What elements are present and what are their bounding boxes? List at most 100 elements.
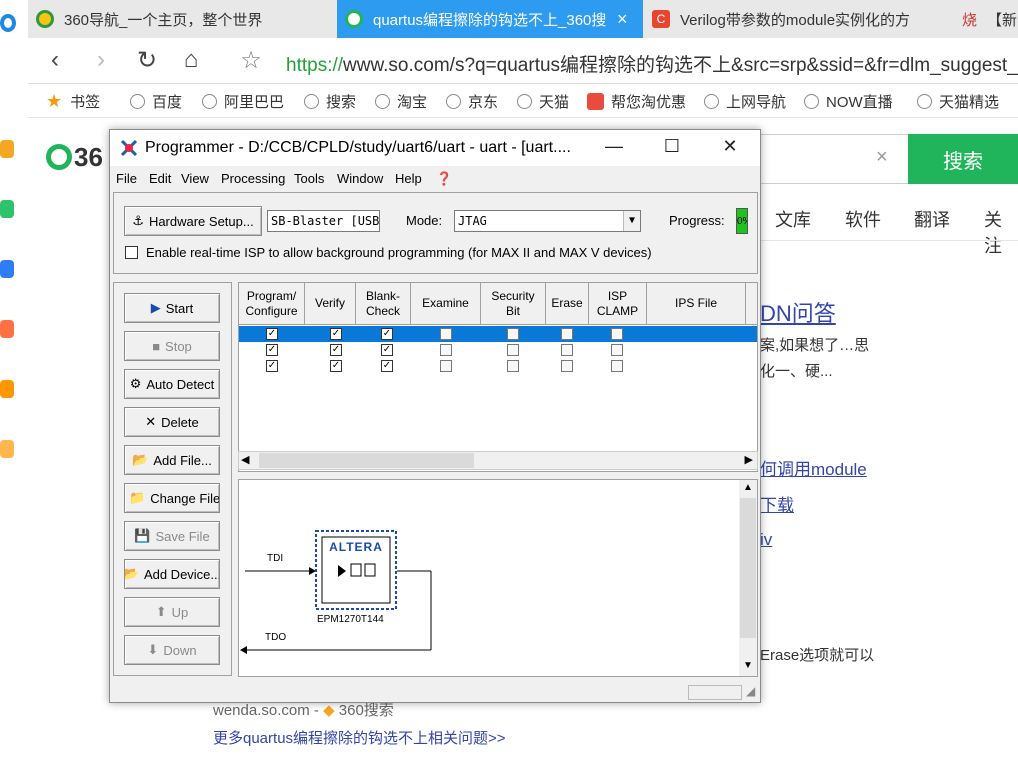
menu-window[interactable]: Window — [337, 171, 383, 186]
wechat-icon[interactable] — [0, 200, 14, 218]
device-row[interactable]: ✓ ✓ ✓ — [239, 342, 757, 358]
bookmark-taobao[interactable]: 淘宝 — [375, 91, 427, 112]
tab-360-nav[interactable]: 360导航_一个主页，整个世界 — [36, 0, 336, 38]
nav-wenku[interactable]: 文库 — [775, 206, 811, 232]
checkbox-checked[interactable]: ✓ — [330, 360, 342, 372]
checkbox-unchecked[interactable] — [440, 344, 452, 356]
clear-icon[interactable]: × — [876, 146, 888, 169]
back-icon[interactable]: ‹ — [40, 46, 70, 74]
checkbox-unchecked[interactable] — [507, 328, 519, 340]
close-icon[interactable]: ✕ — [710, 136, 750, 157]
bookmark-now[interactable]: NOW直播 — [804, 91, 893, 112]
favorites-icon[interactable] — [0, 140, 14, 158]
checkbox-checked[interactable]: ✓ — [381, 344, 393, 356]
bookmark-folder[interactable]: ★ 书签 — [46, 91, 100, 112]
menu-processing[interactable]: Processing — [221, 171, 285, 186]
menu-file[interactable]: File — [116, 171, 137, 186]
maximize-icon[interactable]: ☐ — [652, 136, 692, 157]
checkbox-unchecked[interactable] — [611, 328, 623, 340]
start-button[interactable]: ▶ Start — [124, 293, 220, 323]
checkbox-unchecked[interactable] — [440, 328, 452, 340]
add-file-button[interactable]: 📂 Add File... — [124, 445, 220, 475]
search-button[interactable]: 搜索 — [908, 134, 1018, 184]
tab-quartus-search[interactable]: quartus编程擦除的钩选不上_360搜 × — [337, 0, 643, 38]
whats-this-icon[interactable]: ❓ — [436, 171, 452, 187]
forward-icon[interactable]: › — [86, 46, 116, 74]
checkbox-checked[interactable]: ✓ — [266, 328, 278, 340]
delete-button[interactable]: ✕ Delete — [124, 407, 220, 437]
col-erase[interactable]: Erase — [546, 283, 589, 325]
result-link[interactable]: 下载 — [760, 491, 794, 516]
scroll-right-icon[interactable]: ▶ — [745, 453, 753, 466]
bookmark-search[interactable]: 搜索 — [304, 91, 356, 112]
scroll-down-icon[interactable]: ▼ — [743, 660, 753, 671]
checkbox-unchecked[interactable] — [561, 360, 573, 372]
isp-checkbox[interactable] — [125, 246, 138, 259]
checkbox-unchecked[interactable] — [507, 344, 519, 356]
col-ips-file[interactable]: IPS File — [647, 283, 746, 325]
menu-edit[interactable]: Edit — [149, 171, 171, 186]
col-security-bit[interactable]: Security Bit — [481, 283, 546, 325]
send-icon[interactable] — [0, 260, 14, 278]
scroll-left-icon[interactable]: ◀ — [241, 453, 249, 466]
tab-new[interactable]: 烧 【新 — [962, 0, 1018, 38]
checkbox-checked[interactable]: ✓ — [330, 344, 342, 356]
col-program-configure[interactable]: Program/ Configure — [239, 283, 305, 325]
checkbox-checked[interactable]: ✓ — [330, 328, 342, 340]
menu-tools[interactable]: Tools — [294, 171, 324, 186]
nav-translate[interactable]: 翻译 — [914, 206, 950, 232]
vertical-scrollbar[interactable]: ▲ ▼ — [739, 480, 757, 676]
tab-verilog[interactable]: C Verilog带参数的module实例化的方 — [652, 0, 942, 38]
col-examine[interactable]: Examine — [411, 283, 481, 325]
menu-help[interactable]: Help — [395, 171, 422, 186]
checkbox-unchecked[interactable] — [507, 360, 519, 372]
bookmark-nav[interactable]: 上网导航 — [704, 91, 786, 112]
bookmark-tmall-select[interactable]: 天猫精选 — [917, 91, 999, 112]
home-icon[interactable]: ⌂ — [176, 46, 206, 74]
title-bar[interactable]: Programmer - D:/CCB/CPLD/study/uart6/uar… — [110, 130, 760, 166]
mode-select[interactable]: JTAG ▼ — [454, 210, 641, 232]
checkbox-checked[interactable]: ✓ — [381, 328, 393, 340]
resize-grip-icon[interactable]: ◢ — [746, 684, 755, 698]
url-input[interactable]: https://www.so.com/s?q=quartus编程擦除的钩选不上&… — [286, 50, 1018, 77]
save-file-button[interactable]: 💾 Save File — [124, 521, 220, 551]
checkbox-unchecked[interactable] — [611, 344, 623, 356]
menu-view[interactable]: View — [181, 171, 209, 186]
360-logo[interactable]: 36 — [46, 142, 103, 173]
col-blank-check[interactable]: Blank- Check — [356, 283, 411, 325]
scroll-thumb[interactable] — [740, 498, 756, 638]
add-device-button[interactable]: 📂 Add Device... — [124, 559, 220, 589]
down-button[interactable]: ⬇ Down — [124, 635, 220, 665]
change-file-button[interactable]: 📁 Change File... — [124, 483, 220, 513]
bookmark-jd[interactable]: 京东 — [446, 91, 498, 112]
checkbox-checked[interactable]: ✓ — [266, 360, 278, 372]
more-questions-link[interactable]: 更多quartus编程擦除的钩选不上相关问题>> — [213, 727, 506, 748]
checkbox-unchecked[interactable] — [561, 328, 573, 340]
scroll-up-icon[interactable]: ▲ — [743, 482, 753, 493]
bookmark-baidu[interactable]: 百度 — [130, 91, 182, 112]
result-link[interactable]: 何调用module — [760, 455, 867, 480]
minimize-icon[interactable]: — — [594, 136, 634, 157]
horizontal-scrollbar[interactable]: ◀ ▶ — [238, 451, 758, 470]
checkbox-unchecked[interactable] — [440, 360, 452, 372]
result-link[interactable]: iv — [760, 530, 772, 550]
result-title-link[interactable]: DN问答 — [760, 296, 836, 328]
search-side-icon[interactable] — [0, 380, 14, 398]
stop-button[interactable]: ■ Stop — [124, 331, 220, 361]
hardware-setup-button[interactable]: ⚓ Hardware Setup... — [124, 206, 262, 236]
notes-icon[interactable] — [0, 440, 14, 458]
up-button[interactable]: ⬆ Up — [124, 597, 220, 627]
close-tab-icon[interactable]: × — [617, 9, 628, 30]
col-verify[interactable]: Verify — [305, 283, 356, 325]
bookmark-tmall[interactable]: 天猫 — [517, 91, 569, 112]
checkbox-unchecked[interactable] — [611, 360, 623, 372]
nav-follow[interactable]: 关注 — [984, 206, 1018, 258]
auto-detect-button[interactable]: ⚙ Auto Detect — [124, 369, 220, 399]
bookmark-alibaba[interactable]: 阿里巴巴 — [202, 91, 284, 112]
scroll-thumb[interactable] — [259, 453, 474, 468]
device-row[interactable]: ✓ ✓ ✓ — [239, 326, 757, 342]
star-icon[interactable]: ☆ — [236, 46, 266, 75]
bookmark-youhui[interactable]: 帮您淘优惠 — [587, 91, 686, 112]
col-isp-clamp[interactable]: ISP CLAMP — [589, 283, 647, 325]
device-row[interactable]: ✓ ✓ ✓ — [239, 358, 757, 374]
